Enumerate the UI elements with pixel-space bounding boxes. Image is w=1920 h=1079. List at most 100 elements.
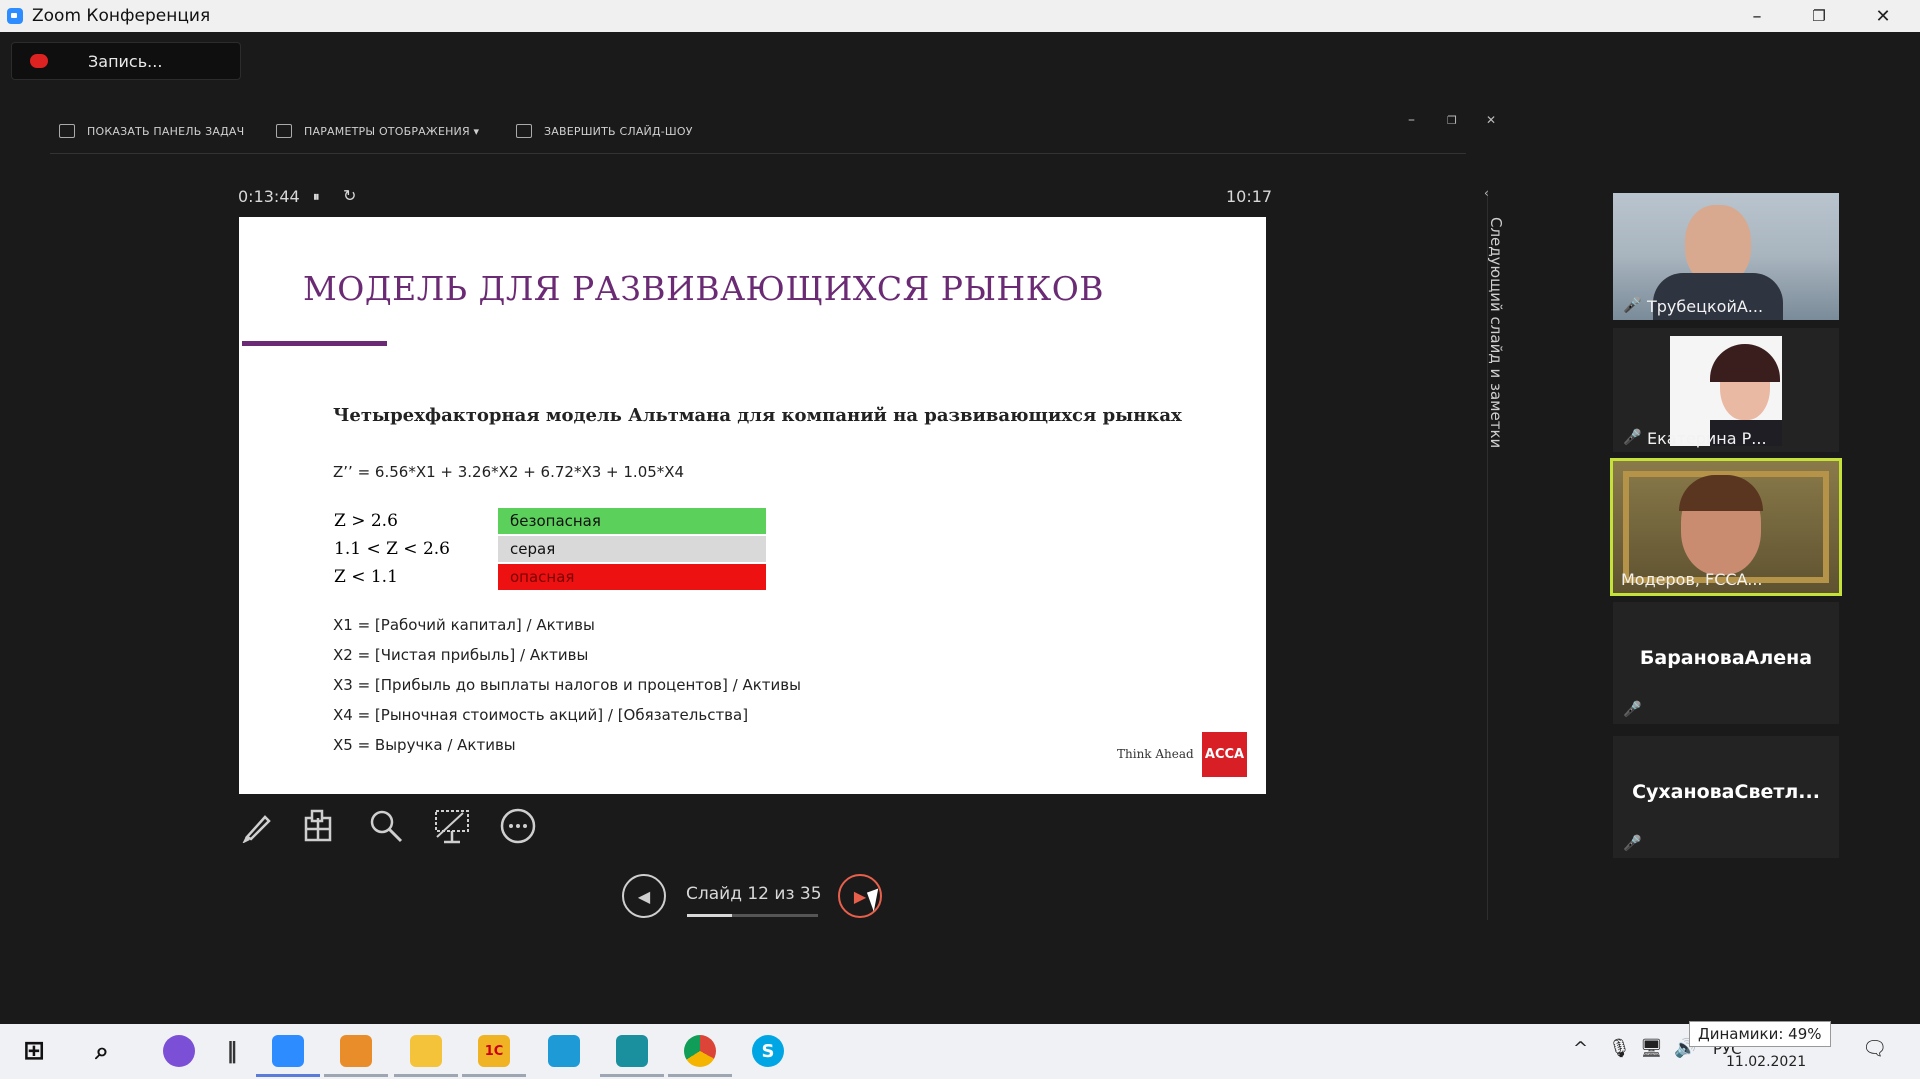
recording-indicator[interactable]: Запись...	[11, 42, 241, 80]
zone-label: безопасная	[498, 508, 766, 534]
participant-tile[interactable]: СухановаСветл... 🎤	[1613, 736, 1839, 858]
participant-tile-active-speaker[interactable]: Модеров, FCCA...	[1610, 458, 1842, 596]
open-app-indicator	[462, 1074, 526, 1077]
microphone-icon[interactable]: 🎙	[1608, 1038, 1631, 1059]
participant-name: СухановаСветл...	[1632, 781, 1820, 803]
display-settings-icon	[276, 124, 292, 138]
task-view-icon[interactable]: ‖	[225, 1035, 239, 1067]
ie-icon[interactable]	[548, 1035, 580, 1067]
open-app-indicator	[324, 1074, 388, 1077]
slide-progress-fill	[687, 914, 732, 917]
previous-slide-button[interactable]: ◀	[622, 874, 666, 918]
notifications-icon[interactable]: 🗨	[1862, 1036, 1887, 1060]
zone-label: опасная	[498, 564, 766, 590]
display-settings-label: ПАРАМЕТРЫ ОТОБРАЖЕНИЯ ▾	[304, 124, 480, 138]
definition-item: X5 = Выручка / Активы	[333, 736, 516, 754]
zone-label: серая	[498, 536, 766, 562]
variable-definitions: X1 = [Рабочий капитал] / Активы X2 = [Чи…	[333, 610, 801, 760]
think-ahead-tagline: Think Ahead	[1117, 747, 1194, 761]
muted-mic-icon: 🎤	[1623, 428, 1642, 446]
1c-icon[interactable]: 1С	[478, 1035, 510, 1067]
open-app-indicator	[600, 1074, 664, 1077]
participant-tile[interactable]: БарановаАлена 🎤	[1613, 602, 1839, 724]
participant-tile[interactable]: 🎤 ТрубецкойА...	[1613, 193, 1839, 320]
presenter-minimize-button[interactable]: –	[1408, 112, 1415, 128]
presenter-close-button[interactable]: ✕	[1486, 113, 1496, 127]
window-titlebar: Zoom Конференция – ❐ ✕	[0, 0, 1920, 32]
chevron-left-icon: ◀	[637, 886, 651, 906]
chevron-right-icon: ▶	[853, 886, 867, 906]
network-icon[interactable]: 🖥	[1640, 1038, 1663, 1059]
show-taskbar-button[interactable]: ПОКАЗАТЬ ПАНЕЛЬ ЗАДАЧ	[59, 124, 244, 138]
search-icon[interactable]: ⌕	[86, 1035, 118, 1067]
elapsed-timer: 0:13:44	[238, 187, 300, 206]
hair-silhouette	[1710, 344, 1780, 382]
taskbar-icon	[59, 124, 75, 138]
tray-date[interactable]: 11.02.2021	[1726, 1054, 1806, 1070]
minimize-button[interactable]: –	[1728, 0, 1786, 32]
current-slide[interactable]: МОДЕЛЬ ДЛЯ РАЗВИВАЮЩИХСЯ РЫНКОВ Четырехф…	[239, 217, 1266, 794]
zone-table: Z > 2.6 безопасная 1.1 < Z < 2.6 серая Z…	[330, 507, 766, 591]
zone-row: Z < 1.1 опасная	[330, 563, 766, 591]
explorer-icon[interactable]	[410, 1035, 442, 1067]
title-underline	[242, 341, 387, 346]
slide-counter[interactable]: Слайд 12 из 35	[686, 884, 822, 904]
slide-subtitle: Четырехфакторная модель Альтмана для ком…	[333, 405, 1182, 426]
more-icon[interactable]	[498, 806, 538, 846]
slide-title: МОДЕЛЬ ДЛЯ РАЗВИВАЮЩИХСЯ РЫНКОВ	[303, 269, 1105, 308]
display-settings-button[interactable]: ПАРАМЕТРЫ ОТОБРАЖЕНИЯ ▾	[276, 124, 479, 138]
participant-tile[interactable]: 🎤 Екатерина Р...	[1613, 328, 1839, 452]
zoom-app-icon[interactable]	[272, 1035, 304, 1067]
open-app-indicator	[394, 1074, 458, 1077]
end-slideshow-icon	[516, 124, 532, 138]
restore-button[interactable]: ❐	[1790, 0, 1848, 32]
outlook-icon[interactable]	[340, 1035, 372, 1067]
current-time: 10:17	[1226, 187, 1273, 206]
window-title: Zoom Конференция	[32, 6, 211, 26]
chevron-left-icon[interactable]: ‹	[1484, 186, 1489, 200]
active-app-indicator	[256, 1074, 320, 1077]
open-app-indicator	[668, 1074, 732, 1077]
recording-label: Запись...	[88, 51, 163, 71]
close-button[interactable]: ✕	[1854, 0, 1912, 32]
tray-overflow-icon[interactable]: ^	[1573, 1038, 1588, 1059]
participant-name: Модеров, FCCA...	[1621, 570, 1763, 589]
pointer-icon[interactable]	[432, 806, 472, 846]
show-taskbar-label: ПОКАЗАТЬ ПАНЕЛЬ ЗАДАЧ	[87, 124, 245, 138]
definition-item: X4 = [Рыночная стоимость акций] / [Обяза…	[333, 706, 749, 724]
definition-item: X2 = [Чистая прибыль] / Активы	[333, 646, 589, 664]
acca-logo: ACCA	[1202, 732, 1247, 777]
participant-name: БарановаАлена	[1639, 647, 1813, 669]
zscore-formula: Z’’ = 6.56*X1 + 3.26*X2 + 6.72*X3 + 1.05…	[333, 463, 685, 481]
zone-row: Z > 2.6 безопасная	[330, 507, 766, 535]
end-slideshow-button[interactable]: ЗАВЕРШИТЬ СЛАЙД-ШОУ	[516, 124, 693, 138]
toolbar-divider	[50, 153, 1466, 154]
grid-icon[interactable]	[302, 806, 342, 846]
volume-tooltip: Динамики: 49%	[1689, 1021, 1831, 1047]
slide-progress-bar	[687, 914, 818, 917]
zoom-icon[interactable]	[366, 806, 406, 846]
start-icon[interactable]: ⊞	[18, 1035, 50, 1067]
zoom-logo-icon	[7, 8, 23, 24]
muted-mic-icon: 🎤	[1623, 834, 1642, 852]
zone-condition: 1.1 < Z < 2.6	[334, 539, 450, 559]
cortana-icon[interactable]	[163, 1035, 195, 1067]
pen-icon[interactable]	[238, 806, 278, 846]
remote-icon[interactable]	[616, 1035, 648, 1067]
pause-timer-icon[interactable]: ⏸	[313, 190, 320, 205]
participant-name: ТрубецкойА...	[1647, 297, 1764, 316]
zone-condition: Z < 1.1	[334, 567, 398, 587]
chrome-icon[interactable]	[684, 1035, 716, 1067]
skype-icon[interactable]: S	[752, 1035, 784, 1067]
next-slide-notes-label[interactable]: Следующий слайд и заметки	[1487, 217, 1505, 448]
zone-row: 1.1 < Z < 2.6 серая	[330, 535, 766, 563]
muted-mic-icon: 🎤	[1623, 700, 1642, 718]
presenter-restore-button[interactable]: ❐	[1447, 114, 1457, 127]
cloud-record-icon	[30, 54, 48, 68]
definition-item: X1 = [Рабочий капитал] / Активы	[333, 616, 595, 634]
muted-mic-icon: 🎤	[1623, 296, 1642, 314]
end-slideshow-label: ЗАВЕРШИТЬ СЛАЙД-ШОУ	[544, 124, 693, 138]
zone-condition: Z > 2.6	[334, 511, 398, 531]
reset-timer-icon[interactable]: ↻	[343, 186, 356, 205]
participant-name: Екатерина Р...	[1647, 429, 1767, 448]
